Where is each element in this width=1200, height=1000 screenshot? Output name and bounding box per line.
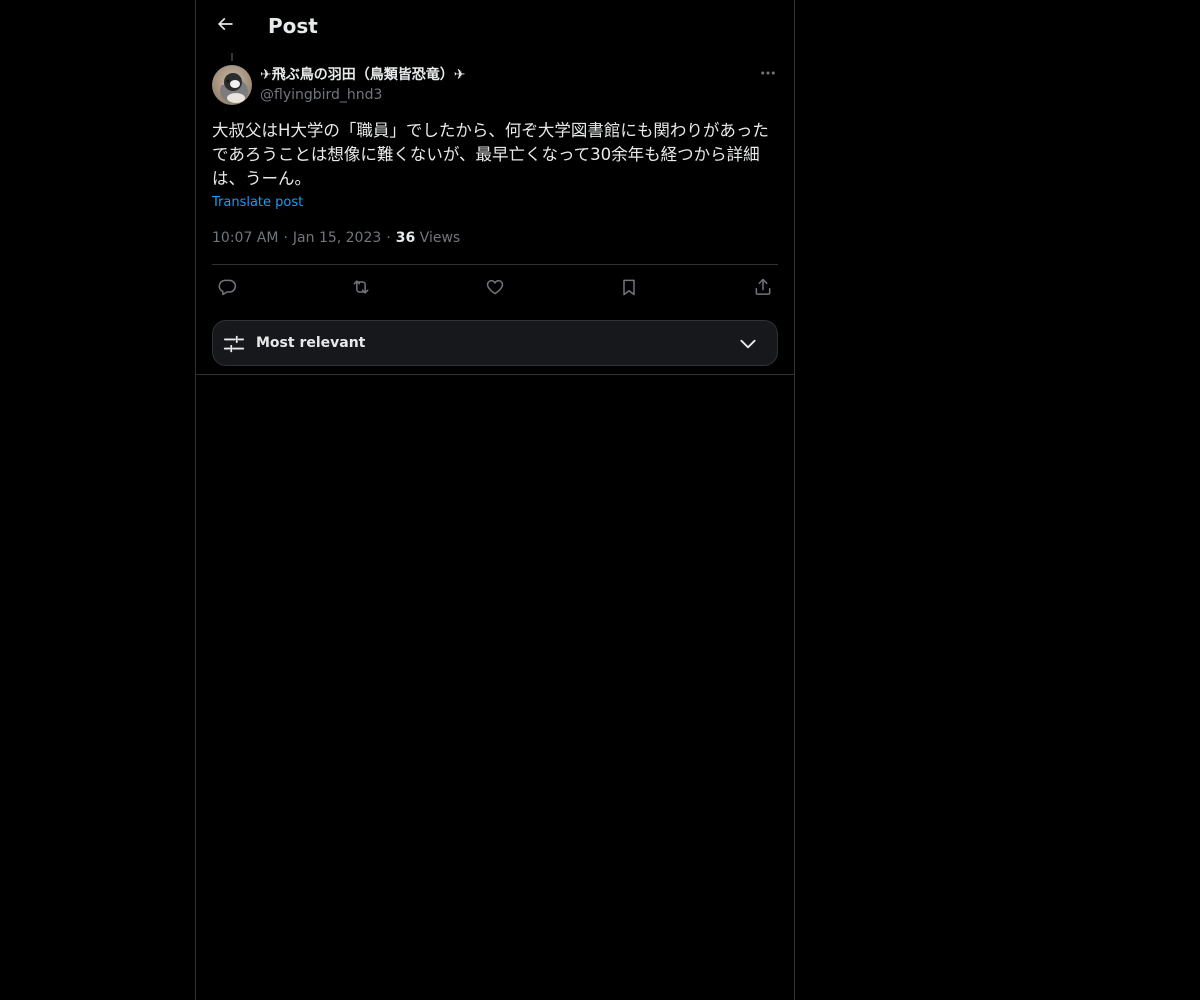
thread-connector-line — [231, 53, 233, 61]
more-options-button[interactable] — [756, 64, 780, 86]
share-button[interactable] — [750, 276, 776, 302]
heart-icon — [485, 277, 505, 301]
like-button[interactable] — [482, 276, 508, 302]
reply-button[interactable] — [214, 276, 240, 302]
author-handle[interactable]: @flyingbird_hnd3 — [260, 86, 382, 104]
bookmark-icon — [619, 277, 639, 301]
post-date[interactable]: Jan 15, 2023 — [293, 230, 381, 246]
arrow-left-icon — [215, 14, 235, 38]
more-dots-icon — [759, 64, 777, 86]
divider — [212, 264, 778, 265]
separator-dot: · — [283, 230, 288, 246]
repost-button[interactable] — [348, 276, 374, 302]
reply-sort-dropdown[interactable]: Most relevant — [212, 320, 778, 366]
post-metadata: 10:07 AM · Jan 15, 2023 · 36 Views — [212, 229, 460, 247]
post-time[interactable]: 10:07 AM — [212, 230, 278, 246]
share-icon — [753, 277, 773, 301]
views-label: Views — [419, 230, 461, 246]
avatar[interactable] — [212, 65, 252, 105]
separator-dot: · — [386, 230, 391, 246]
divider — [196, 374, 794, 375]
back-button[interactable] — [208, 9, 242, 43]
sliders-icon — [223, 333, 245, 355]
post-body-text: 大叔父はH大学の「職員」でしたから、何ぞ大学図書館にも関わりがあったであろうこと… — [212, 121, 769, 188]
page-header: Post — [196, 0, 794, 53]
reply-icon — [217, 277, 237, 301]
translate-post-link[interactable]: Translate post — [212, 194, 303, 212]
author-display-name[interactable]: ✈飛ぶ鳥の羽田（鳥類皆恐竜）✈ — [260, 66, 465, 84]
sort-label: Most relevant — [256, 335, 366, 351]
repost-icon — [351, 277, 371, 301]
views-count: 36 — [395, 230, 416, 246]
post-detail-column: Post ✈飛ぶ鳥の羽田（鳥類皆恐竜）✈ @flyingbird_hnd3 大叔… — [195, 0, 795, 1000]
chevron-down-icon — [737, 334, 759, 354]
page-title: Post — [268, 14, 318, 38]
bookmark-button[interactable] — [616, 276, 642, 302]
